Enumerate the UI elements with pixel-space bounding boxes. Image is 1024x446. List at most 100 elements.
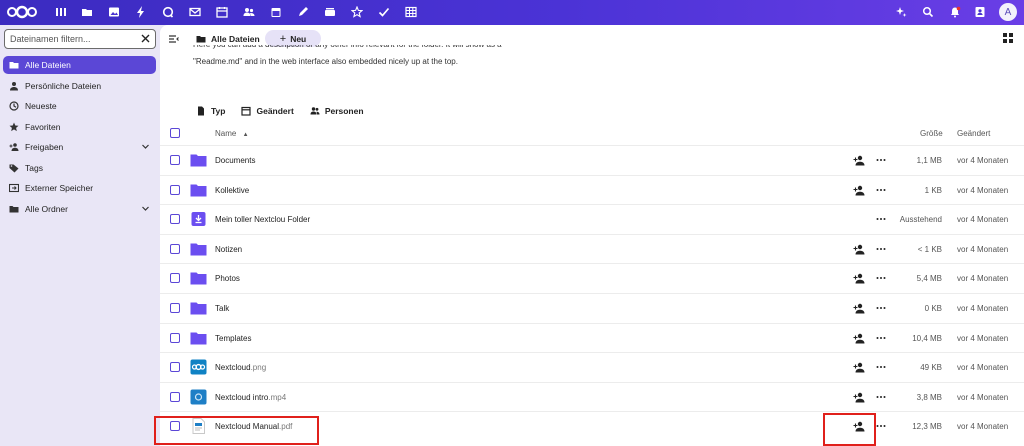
close-icon[interactable] (140, 33, 151, 44)
activity-icon[interactable] (133, 4, 149, 20)
row-checkbox[interactable] (170, 303, 180, 313)
more-actions-icon[interactable] (876, 303, 886, 313)
row-checkbox[interactable] (170, 184, 180, 195)
contacts-menu-icon[interactable] (972, 4, 988, 20)
sidebar-item-persoenliche-dateien[interactable]: Persönliche Dateien (3, 77, 156, 95)
table-row[interactable]: Notizen < 1 KB vor 4 Monaten (160, 233, 1024, 263)
mail-icon[interactable] (187, 4, 203, 20)
select-all-checkbox[interactable] (170, 128, 180, 138)
filter-people-label: Personen (324, 106, 364, 116)
sidebar-item-alle-ordner[interactable]: Alle Ordner (3, 200, 156, 218)
filter-modified[interactable]: Geändert (241, 106, 294, 116)
video-file-icon (190, 389, 207, 405)
table-row[interactable]: Mein toller Nextclou Folder Ausstehend vor… (160, 204, 1024, 233)
folder-icon (190, 270, 207, 286)
file-name[interactable]: Nextcloud intro.mp4 (215, 393, 286, 402)
row-checkbox[interactable] (170, 332, 180, 343)
share-person-icon[interactable] (853, 303, 865, 314)
deck-icon[interactable] (322, 4, 338, 20)
sidebar-toggle-icon[interactable] (168, 33, 180, 45)
table-row[interactable]: Talk 0 KB vor 4 Monaten (160, 293, 1024, 322)
file-name[interactable]: Notizen (215, 245, 242, 254)
share-person-icon[interactable] (853, 155, 865, 166)
more-actions-icon[interactable] (876, 273, 886, 283)
calendar-mail-icon[interactable] (214, 4, 230, 20)
dashboard-icon[interactable] (53, 4, 69, 20)
sidebar-item-neueste[interactable]: Neueste (3, 97, 156, 115)
sort-ascending-icon: ▲ (242, 132, 249, 138)
share-person-icon[interactable] (853, 185, 865, 196)
table-row[interactable]: Photos 5,4 MB vor 4 Monaten (160, 263, 1024, 292)
more-actions-icon[interactable] (876, 155, 886, 165)
files-icon[interactable] (79, 4, 95, 20)
file-modified: vor 4 Monaten (957, 333, 1009, 343)
file-modified: vor 4 Monaten (957, 156, 1009, 165)
tasks-icon[interactable] (376, 4, 392, 20)
chevron-down-icon[interactable] (141, 142, 150, 151)
avatar[interactable]: A (999, 3, 1017, 21)
share-person-icon[interactable] (853, 333, 865, 344)
table-row[interactable]: Templates 10,4 MB vor 4 Monaten (160, 322, 1024, 352)
row-checkbox[interactable] (170, 243, 180, 254)
share-person-icon[interactable] (853, 392, 865, 403)
nextcloud-logo[interactable] (6, 4, 38, 20)
starred-icon[interactable] (349, 4, 365, 20)
calendar-icon (241, 106, 252, 116)
table-row[interactable]: Nextcloud.png 49 KB vor 4 Monaten (160, 352, 1024, 381)
file-modified: vor 4 Monaten (957, 304, 1009, 313)
file-name[interactable]: Templates (215, 334, 251, 343)
filter-bar: Typ Geändert Personen (196, 104, 380, 118)
notes-icon[interactable] (295, 4, 311, 20)
file-modified: vor 4 Monaten (957, 244, 1009, 254)
more-actions-icon[interactable] (876, 333, 886, 343)
filter-people[interactable]: Personen (310, 106, 364, 116)
row-checkbox[interactable] (170, 273, 180, 284)
sidebar-item-tags[interactable]: Tags (3, 159, 156, 177)
column-size-header[interactable]: Größe (920, 129, 943, 138)
file-extension: .mp4 (268, 392, 287, 402)
contacts-icon[interactable] (241, 4, 257, 20)
search-icon[interactable] (920, 4, 936, 20)
sidebar-item-favoriten[interactable]: Favoriten (3, 118, 156, 136)
file-size: 0 KB (924, 304, 942, 313)
row-checkbox[interactable] (170, 362, 180, 373)
talk-icon[interactable] (160, 4, 176, 20)
row-checkbox[interactable] (170, 155, 180, 165)
table-row[interactable]: Nextcloud intro.mp4 3,8 MB vor 4 Monaten (160, 381, 1024, 411)
share-person-icon[interactable] (853, 244, 865, 255)
file-name[interactable]: Kollektive (215, 186, 249, 195)
sidebar-item-alle-dateien[interactable]: Alle Dateien (3, 56, 156, 74)
file-name[interactable]: Photos (215, 274, 240, 283)
file-name[interactable]: Mein toller Nextclou Folder (215, 215, 310, 224)
sidebar-item-freigaben[interactable]: Freigaben (3, 138, 156, 156)
more-actions-icon[interactable] (876, 362, 886, 372)
tables-icon[interactable] (403, 4, 419, 20)
more-actions-icon[interactable] (876, 244, 886, 254)
more-actions-icon[interactable] (876, 392, 886, 402)
file-name[interactable]: Documents (215, 156, 255, 165)
filter-type[interactable]: Typ (196, 106, 225, 116)
file-name[interactable]: Talk (215, 304, 229, 313)
filter-input[interactable] (10, 32, 138, 46)
more-actions-icon[interactable] (876, 185, 886, 195)
row-checkbox[interactable] (170, 391, 180, 402)
row-checkbox[interactable] (170, 214, 180, 225)
calendar-icon[interactable] (268, 4, 284, 20)
share-person-icon[interactable] (853, 273, 865, 284)
sidebar-item-externer-speicher[interactable]: Externer Speicher (3, 179, 156, 197)
folder-icon (190, 182, 207, 198)
breadcrumb-label: Alle Dateien (211, 34, 260, 44)
notifications-icon[interactable] (947, 4, 963, 20)
column-modified-header[interactable]: Geändert (957, 129, 990, 138)
more-actions-icon[interactable] (876, 214, 886, 224)
table-row[interactable]: Kollektive 1 KB vor 4 Monaten (160, 174, 1024, 204)
chevron-down-icon[interactable] (141, 204, 150, 213)
table-row[interactable]: Documents 1,1 MB vor 4 Monaten (160, 145, 1024, 174)
file-name[interactable]: Nextcloud.png (215, 363, 266, 372)
assistant-icon[interactable] (893, 4, 909, 20)
more-actions-icon[interactable] (876, 421, 886, 431)
grid-view-icon[interactable] (1002, 32, 1014, 44)
column-name-header[interactable]: Name ▲ (215, 129, 249, 138)
share-person-icon[interactable] (853, 362, 865, 373)
photos-icon[interactable] (106, 4, 122, 20)
